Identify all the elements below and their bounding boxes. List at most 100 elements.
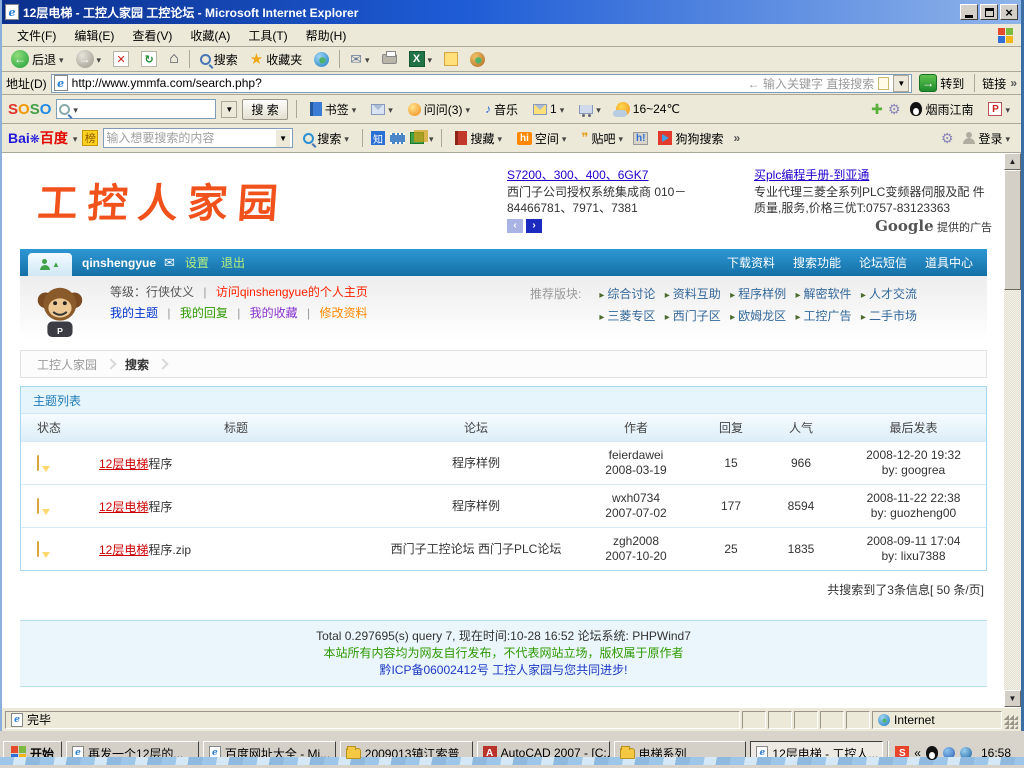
site-logo[interactable]: 工控人家园	[36, 171, 290, 229]
user-tab[interactable]: ▲	[28, 253, 72, 276]
forum-link[interactable]: 资料互助	[665, 287, 721, 301]
vertical-scrollbar[interactable]: ▲ ▼	[1004, 153, 1021, 707]
tray-collapse-icon[interactable]: «	[914, 746, 921, 760]
topic-link[interactable]: 12层电梯	[99, 543, 148, 557]
add-icon[interactable]: ✚	[871, 101, 883, 118]
forward-button[interactable]: →	[71, 48, 107, 70]
search-button[interactable]: 搜索	[195, 49, 243, 70]
forum-link[interactable]: 三菱专区	[599, 309, 655, 323]
avatar[interactable]: P	[30, 279, 88, 337]
settings-link[interactable]: 设置	[185, 254, 209, 271]
hao123-icon[interactable]: h!	[633, 132, 648, 145]
forum-link[interactable]: 综合讨论	[599, 287, 655, 301]
ad-link[interactable]: S7200、300、400、6GK7	[507, 167, 648, 183]
start-button[interactable]: 开始	[3, 741, 62, 765]
author-link[interactable]: wxh0734	[612, 491, 660, 505]
gear-icon[interactable]: ⚙	[888, 101, 901, 118]
close-button[interactable]	[1000, 4, 1018, 20]
my-replies-link[interactable]: 我的回复	[180, 306, 228, 320]
baidu-gougou-button[interactable]: 狗狗搜索	[653, 128, 728, 149]
baidu-input-dropdown[interactable]: ▼	[276, 130, 291, 147]
home-button[interactable]: ⌂	[164, 48, 184, 70]
forum-link[interactable]: 程序样例	[730, 287, 786, 301]
dropdown-icon[interactable]	[97, 52, 102, 66]
soso-bookmark-button[interactable]: 书签	[305, 99, 362, 120]
ad-prev-button[interactable]: ‹	[507, 219, 523, 233]
soso-mail-button[interactable]	[366, 100, 398, 118]
dropdown-icon[interactable]	[562, 131, 567, 145]
baidu-shoucang-button[interactable]: 搜藏	[450, 128, 507, 149]
forum-link[interactable]: 解密软件	[796, 287, 852, 301]
dropdown-icon[interactable]	[429, 131, 434, 145]
forum-link[interactable]: 西门子区	[665, 309, 721, 323]
breadcrumb-home-link[interactable]: 工控人家园	[37, 356, 97, 373]
notes-button[interactable]	[439, 50, 463, 68]
baidu-search-input[interactable]	[106, 131, 275, 145]
soso-weather-button[interactable]: 16~24℃	[611, 100, 685, 118]
search-func-link[interactable]: 搜索功能	[793, 254, 841, 271]
soso-wenwen-button[interactable]: 问问(3)	[403, 99, 475, 120]
dropdown-icon[interactable]	[1005, 102, 1010, 116]
gear-icon[interactable]: ⚙	[941, 130, 954, 147]
ad-link[interactable]: 买plc编程手册-到亚通	[754, 167, 869, 183]
dropdown-icon[interactable]	[73, 102, 78, 116]
task-button[interactable]: 电梯系列	[614, 741, 747, 765]
soso-cart-button[interactable]	[574, 100, 606, 118]
username[interactable]: qinshengyue	[82, 256, 156, 270]
soso-doc-button[interactable]: P	[983, 100, 1015, 118]
baidu-search-field[interactable]: ▼	[103, 128, 293, 148]
task-button[interactable]: AAutoCAD 2007 - [C:...	[477, 741, 610, 765]
menu-edit[interactable]: 编辑(E)	[65, 24, 123, 47]
history-button[interactable]	[309, 50, 334, 69]
soso-search-button[interactable]: 搜 索	[242, 99, 287, 120]
cards-icon[interactable]	[410, 132, 424, 144]
sogou-tray-icon[interactable]: S	[895, 746, 909, 760]
dropdown-icon[interactable]	[73, 131, 78, 145]
qq-tray-icon[interactable]	[926, 746, 938, 760]
edit-profile-link[interactable]: 修改资料	[319, 306, 367, 320]
props-center-link[interactable]: 道具中心	[925, 254, 973, 271]
forum-link[interactable]: 二手市场	[861, 309, 917, 323]
task-button[interactable]: e再发一个12层的...	[66, 741, 199, 765]
edit-excel-button[interactable]: X	[404, 49, 438, 69]
scroll-down-button[interactable]: ▼	[1004, 690, 1021, 707]
task-button[interactable]: e百度网址大全 - Mi...	[203, 741, 336, 765]
mail-button[interactable]: ✉	[345, 49, 374, 70]
minimize-button[interactable]	[960, 4, 978, 20]
dropdown-icon[interactable]	[596, 102, 601, 116]
dropdown-icon[interactable]	[352, 102, 357, 116]
baidu-search-button[interactable]: 搜索	[298, 128, 354, 149]
print-button[interactable]	[377, 52, 402, 66]
my-topics-link[interactable]: 我的主题	[110, 306, 158, 320]
last-poster-link[interactable]: by: googrea	[882, 463, 945, 477]
toolbar-more-icon[interactable]: »	[733, 131, 740, 145]
links-more-icon[interactable]: »	[1010, 76, 1017, 90]
menu-tools[interactable]: 工具(T)	[239, 24, 296, 47]
forum-link[interactable]: 人才交流	[861, 287, 917, 301]
forum-msg-link[interactable]: 论坛短信	[859, 254, 907, 271]
zhidao-icon[interactable]: 知	[371, 131, 385, 145]
my-favorites-link[interactable]: 我的收藏	[250, 306, 298, 320]
topic-link[interactable]: 12层电梯	[99, 457, 148, 471]
stop-button[interactable]: ✕	[108, 49, 134, 69]
soso-input-dropdown[interactable]: ▼	[221, 101, 237, 118]
topic-link[interactable]: 12层电梯	[99, 500, 148, 514]
google-ad-right[interactable]: 买plc编程手册-到亚通 专业代理三菱全系列PLC变频器伺服及配 件 质量,服务…	[754, 167, 992, 236]
baidu-tieba-button[interactable]: ❞贴吧	[576, 128, 628, 149]
dropdown-icon[interactable]	[365, 52, 370, 66]
favorites-button[interactable]: ★ 收藏夹	[245, 48, 307, 70]
baidu-logo[interactable]: Bai❋百度	[8, 128, 68, 148]
messenger-button[interactable]	[465, 50, 490, 69]
address-dropdown-button[interactable]: ▼	[893, 75, 909, 92]
dropdown-icon[interactable]	[560, 102, 565, 116]
menu-help[interactable]: 帮助(H)	[297, 24, 356, 47]
scrollbar-thumb[interactable]	[1004, 170, 1021, 290]
back-button[interactable]: ← 后退	[6, 48, 69, 70]
ad-next-button[interactable]: ›	[526, 219, 542, 233]
tray-icon[interactable]	[960, 747, 972, 759]
tray-icon[interactable]	[943, 747, 955, 759]
author-link[interactable]: feierdawei	[609, 448, 664, 462]
soso-mailbox-button[interactable]: 1	[528, 100, 569, 118]
message-icon[interactable]: ✉	[164, 255, 175, 271]
menu-view[interactable]: 查看(V)	[123, 24, 181, 47]
